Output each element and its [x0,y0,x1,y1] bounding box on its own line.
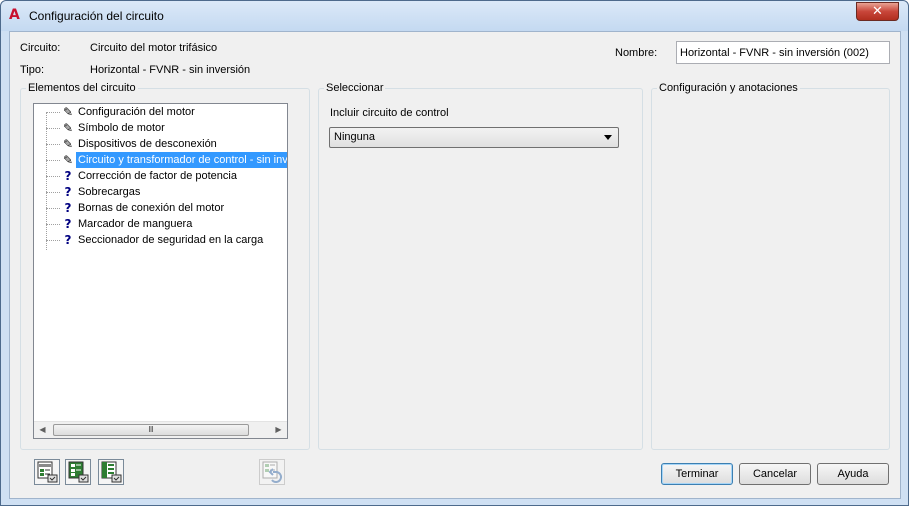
tree-item-label: Dispositivos de desconexión [78,138,217,150]
tree-connector [46,192,60,193]
tree-item[interactable]: ✎ Configuración del motor [34,104,287,120]
tree-connector [46,160,60,161]
tree-item-label: Circuito y transformador de control - si… [76,152,287,168]
name-field[interactable] [676,41,890,64]
circuit-value: Circuito del motor trifásico [90,42,218,54]
finish-button[interactable]: Terminar [661,463,733,485]
tree-item[interactable]: ? Bornas de conexión del motor [34,200,287,216]
tree-connector [46,112,60,113]
control-circuit-dropdown[interactable]: Ninguna [329,127,619,148]
dialog-client-area: Circuito: Circuito del motor trifásico T… [9,31,901,499]
cancel-button[interactable]: Cancelar [739,463,811,485]
pencil-icon: ✎ [62,153,74,167]
circuit-undo-icon[interactable] [259,459,285,485]
config-annotations-title: Configuración y anotaciones [657,82,800,94]
scrollbar-thumb[interactable]: Ⅲ [53,424,249,436]
tree-item-label: Símbolo de motor [78,122,165,134]
scroll-left-icon[interactable]: ◀ [34,422,51,438]
tree-connector [46,144,60,145]
tree-item[interactable]: ? Corrección de factor de potencia [34,168,287,184]
tree-item[interactable]: ✎ Dispositivos de desconexión [34,136,287,152]
dropdown-value: Ninguna [334,131,375,143]
circuit-elements-tree[interactable]: ✎ Configuración del motor ✎ Símbolo de moto… [33,103,288,439]
question-icon: ? [64,201,72,215]
autocad-app-icon: A [9,7,20,23]
type-value: Horizontal - FVNR - sin inversión [90,64,251,76]
question-icon: ? [64,217,72,231]
save-circuit-icon[interactable] [34,459,60,485]
help-button[interactable]: Ayuda [817,463,889,485]
question-icon: ? [64,169,72,183]
pencil-icon: ✎ [62,121,74,135]
question-icon: ? [64,233,72,247]
select-group-title: Seleccionar [324,82,386,94]
circuit-list-icon[interactable] [98,459,124,485]
tree-item[interactable]: ✎ Circuito y transformador de control - s… [34,152,287,168]
config-annotations-group: Configuración y anotaciones [651,82,890,450]
name-label: Nombre: [615,47,658,59]
tree-item-label: Configuración del motor [78,106,195,118]
tree-item-label: Corrección de factor de potencia [78,170,237,182]
window-title: Configuración del circuito [29,9,164,23]
tree-connector [46,176,60,177]
type-label: Tipo: [20,64,45,76]
circuit-label: Circuito: [20,42,61,54]
tree-item[interactable]: ? Seccionador de seguridad en la carga [34,232,287,248]
load-circuit-icon[interactable] [65,459,91,485]
tree-connector [46,128,60,129]
tree-connector [46,240,60,241]
title-bar[interactable]: A Configuración del circuito ✕ [1,1,908,31]
dialog-window: A Configuración del circuito ✕ Circuito:… [0,0,909,506]
tree-item[interactable]: ✎ Símbolo de motor [34,120,287,136]
tree-connector [46,208,60,209]
chevron-down-icon [604,135,612,140]
pencil-icon: ✎ [62,105,74,119]
close-button[interactable]: ✕ [856,2,899,21]
horizontal-scrollbar[interactable]: ◀ Ⅲ ▶ [34,421,287,438]
tree-item-label: Sobrecargas [78,186,141,198]
tree-item-label: Marcador de manguera [78,218,193,230]
tree-item[interactable]: ? Marcador de manguera [34,216,287,232]
tree-item-label: Bornas de conexión del motor [78,202,225,214]
include-control-circuit-label: Incluir circuito de control [330,107,449,119]
circuit-elements-title: Elementos del circuito [26,82,138,94]
scroll-right-icon[interactable]: ▶ [270,422,287,438]
tree-connector [46,224,60,225]
tree-item[interactable]: ? Sobrecargas [34,184,287,200]
question-icon: ? [64,185,72,199]
pencil-icon: ✎ [62,137,74,151]
tree-item-label: Seccionador de seguridad en la carga [78,234,264,246]
